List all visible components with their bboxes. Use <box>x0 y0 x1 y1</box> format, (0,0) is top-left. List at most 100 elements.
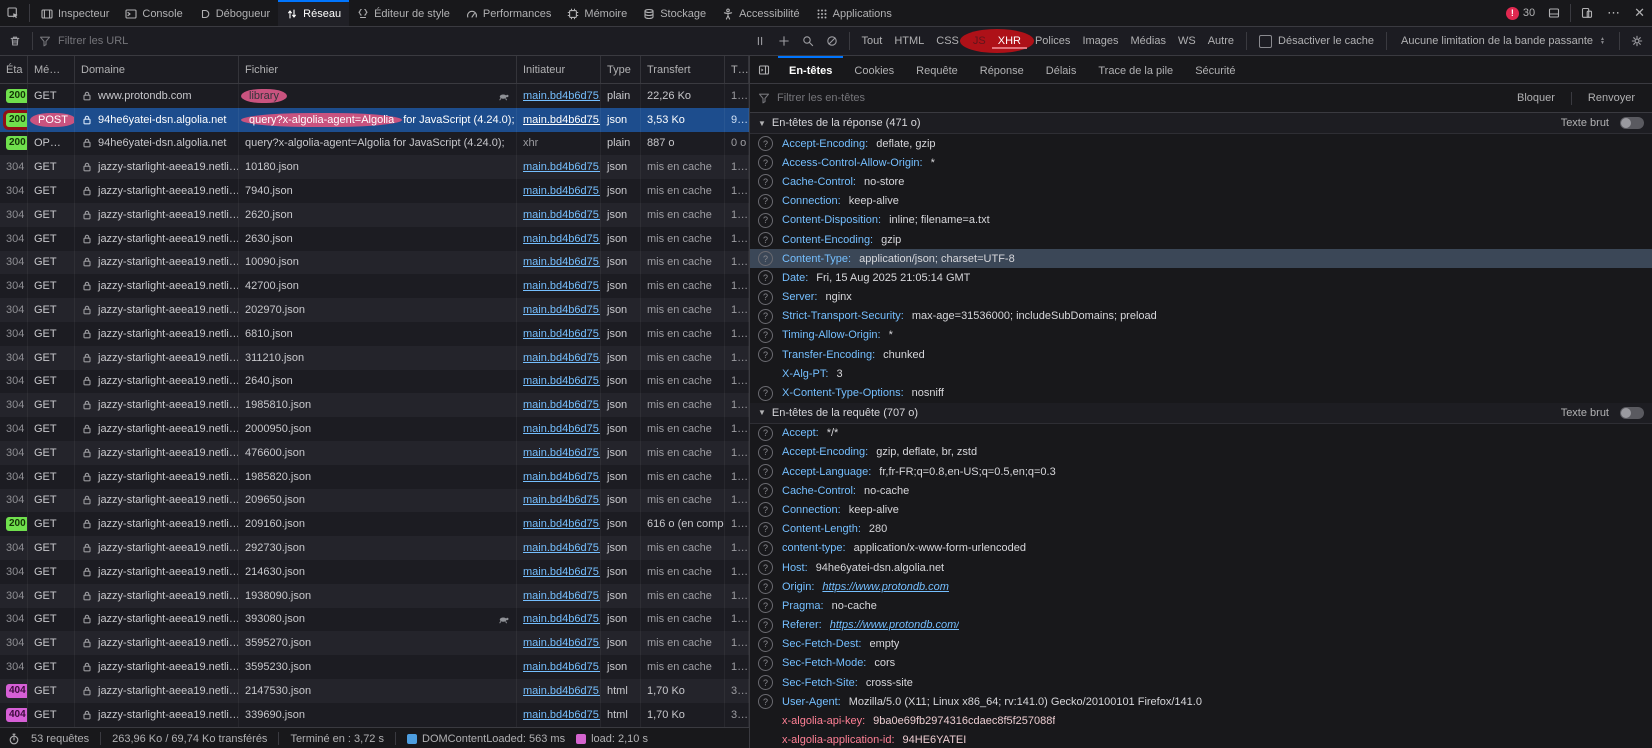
block-button[interactable]: Bloquer <box>1508 92 1564 104</box>
filter-type-tout[interactable]: Tout <box>856 33 889 49</box>
request-row[interactable]: 304GETjazzy-starlight-aeea19.netli…7940.… <box>0 179 749 203</box>
responsive-design-button[interactable] <box>1574 0 1600 26</box>
column-header[interactable]: Type <box>601 56 641 83</box>
initiator-link[interactable]: main.bd4b6d75.j… <box>523 209 601 221</box>
help-icon[interactable]: ? <box>758 502 773 517</box>
request-row[interactable]: 304GETjazzy-starlight-aeea19.netli…6810.… <box>0 322 749 346</box>
column-header[interactable]: T… <box>725 56 749 83</box>
header-value[interactable]: https://www.protondb.com/ <box>830 619 960 631</box>
split-console-button[interactable] <box>1541 0 1567 26</box>
url-filter-input[interactable]: Filtrer les URL <box>39 35 747 47</box>
throttling-select[interactable]: Aucune limitation de la bande passante ▲… <box>1393 35 1613 47</box>
filter-type-html[interactable]: HTML <box>888 33 930 49</box>
request-row[interactable]: 304GETjazzy-starlight-aeea19.netli…10180… <box>0 155 749 179</box>
help-icon[interactable]: ? <box>758 251 773 266</box>
details-tab-securite[interactable]: Sécurité <box>1184 56 1246 83</box>
request-row[interactable]: 404GETjazzy-starlight-aeea19.netli…33969… <box>0 703 749 727</box>
initiator-link[interactable]: main.bd4b6d75.j… <box>523 494 601 506</box>
initiator-link[interactable]: main.bd4b6d75.j… <box>523 185 601 197</box>
initiator-link[interactable]: main.bd4b6d75.j… <box>523 375 601 387</box>
request-row[interactable]: 304GETjazzy-starlight-aeea19.netli…29273… <box>0 536 749 560</box>
close-devtools-button[interactable]: ✕ <box>1627 0 1652 26</box>
resend-button[interactable]: Renvoyer <box>1579 92 1644 104</box>
initiator-link[interactable]: main.bd4b6d75.j… <box>523 613 601 625</box>
initiator-link[interactable]: main.bd4b6d75.j… <box>523 590 601 602</box>
request-row[interactable]: 304GETjazzy-starlight-aeea19.netli…21463… <box>0 560 749 584</box>
request-row[interactable]: 304GETjazzy-starlight-aeea19.netli…19380… <box>0 584 749 608</box>
request-row[interactable]: 304GETjazzy-starlight-aeea19.netli…31121… <box>0 346 749 370</box>
new-request-button[interactable] <box>773 35 795 47</box>
details-tab-cookies[interactable]: Cookies <box>843 56 905 83</box>
help-icon[interactable]: ? <box>758 464 773 479</box>
help-icon[interactable]: ? <box>758 445 773 460</box>
request-row[interactable]: 404GETjazzy-starlight-aeea19.netli…21475… <box>0 679 749 703</box>
request-row[interactable]: 304GETjazzy-starlight-aeea19.netli…10090… <box>0 251 749 275</box>
initiator-link[interactable]: main.bd4b6d75.j… <box>523 352 601 364</box>
initiator-link[interactable]: main.bd4b6d75.j… <box>523 90 601 102</box>
raw-toggle[interactable] <box>1620 407 1644 419</box>
initiator-link[interactable]: main.bd4b6d75.j… <box>523 280 601 292</box>
column-header[interactable]: Mé… <box>28 56 75 83</box>
filter-type-ws[interactable]: WS <box>1172 33 1202 49</box>
help-icon[interactable]: ? <box>758 136 773 151</box>
request-row[interactable]: 200OP…94he6yatei-dsn.algolia.netquery?x-… <box>0 132 749 156</box>
error-count-badge[interactable]: ! 30 <box>1500 0 1541 26</box>
column-header[interactable]: Domaine <box>75 56 239 83</box>
request-row[interactable]: 304GETjazzy-starlight-aeea19.netli…35952… <box>0 655 749 679</box>
initiator-link[interactable]: main.bd4b6d75.j… <box>523 447 601 459</box>
help-icon[interactable]: ? <box>758 426 773 441</box>
help-icon[interactable]: ? <box>758 386 773 401</box>
help-icon[interactable]: ? <box>758 290 773 305</box>
help-icon[interactable]: ? <box>758 560 773 575</box>
initiator-link[interactable]: main.bd4b6d75.j… <box>523 637 601 649</box>
block-request-button[interactable] <box>821 35 843 47</box>
request-row[interactable]: 304GETjazzy-starlight-aeea19.netli…20009… <box>0 417 749 441</box>
initiator-link[interactable]: main.bd4b6d75.j… <box>523 233 601 245</box>
initiator-link[interactable]: main.bd4b6d75.j… <box>523 114 601 126</box>
header-value[interactable]: https://www.protondb.com <box>822 581 949 593</box>
tab-performances[interactable]: Performances <box>458 0 559 26</box>
initiator-link[interactable]: main.bd4b6d75.j… <box>523 661 601 673</box>
filter-type-js[interactable]: JS <box>967 33 992 49</box>
request-row[interactable]: 304GETjazzy-starlight-aeea19.netli…20297… <box>0 298 749 322</box>
help-icon[interactable]: ? <box>758 232 773 247</box>
column-header[interactable]: Transfert <box>641 56 725 83</box>
help-icon[interactable]: ? <box>758 618 773 633</box>
column-header[interactable]: Fichier <box>239 56 517 83</box>
request-row[interactable]: 200GETwww.protondb.comlibrarymain.bd4b6d… <box>0 84 749 108</box>
initiator-link[interactable]: main.bd4b6d75.j… <box>523 256 601 268</box>
help-icon[interactable]: ? <box>758 656 773 671</box>
initiator-link[interactable]: main.bd4b6d75.j… <box>523 304 601 316</box>
details-tab-entetes[interactable]: En-têtes <box>778 56 843 83</box>
help-icon[interactable]: ? <box>758 541 773 556</box>
help-icon[interactable]: ? <box>758 309 773 324</box>
headers-filter-placeholder[interactable]: Filtrer les en-têtes <box>777 92 865 104</box>
filter-type-images[interactable]: Images <box>1076 33 1124 49</box>
help-icon[interactable]: ? <box>758 483 773 498</box>
initiator-link[interactable]: main.bd4b6d75.j… <box>523 709 601 721</box>
pick-element-button[interactable] <box>0 0 26 26</box>
request-row[interactable]: 304GETjazzy-starlight-aeea19.netli…39308… <box>0 608 749 632</box>
help-icon[interactable]: ? <box>758 174 773 189</box>
request-row[interactable]: 200POST94he6yatei-dsn.algolia.netquery?x… <box>0 108 749 132</box>
filter-type-xhr[interactable]: XHR <box>992 33 1027 49</box>
help-icon[interactable]: ? <box>758 270 773 285</box>
initiator-link[interactable]: main.bd4b6d75.j… <box>523 566 601 578</box>
search-button[interactable] <box>797 35 819 47</box>
details-tab-trace[interactable]: Trace de la pile <box>1087 56 1184 83</box>
request-row[interactable]: 304GETjazzy-starlight-aeea19.netli…19858… <box>0 465 749 489</box>
request-row[interactable]: 304GETjazzy-starlight-aeea19.netli…35952… <box>0 631 749 655</box>
tab-applications[interactable]: Applications <box>808 0 900 26</box>
tab-console[interactable]: Console <box>117 0 190 26</box>
tab-editeur[interactable]: Éditeur de style <box>349 0 458 26</box>
initiator-link[interactable]: main.bd4b6d75.j… <box>523 423 601 435</box>
initiator-link[interactable]: main.bd4b6d75.j… <box>523 399 601 411</box>
response-headers-section-header[interactable]: ▼ En-têtes de la réponse (471 o) Texte b… <box>750 113 1652 134</box>
tab-memoire[interactable]: Mémoire <box>559 0 635 26</box>
filter-type-autre[interactable]: Autre <box>1202 33 1240 49</box>
initiator-link[interactable]: main.bd4b6d75.j… <box>523 328 601 340</box>
help-icon[interactable]: ? <box>758 213 773 228</box>
details-tab-delais[interactable]: Délais <box>1035 56 1088 83</box>
help-icon[interactable]: ? <box>758 598 773 613</box>
help-icon[interactable]: ? <box>758 155 773 170</box>
